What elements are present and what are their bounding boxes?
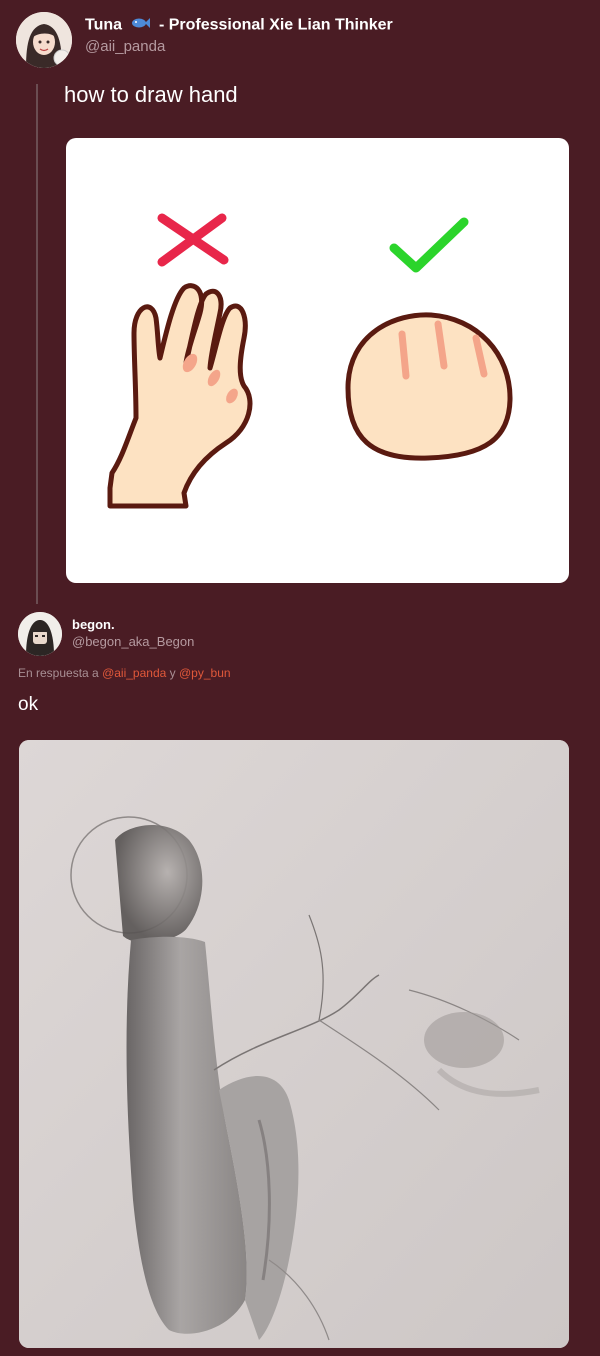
avatar-illustration (16, 12, 72, 68)
mention-link-2[interactable]: @py_bun (179, 666, 231, 680)
avatar-illustration (18, 612, 62, 656)
tweet-author-suffix: - Professional Xie Lian Thinker (158, 16, 393, 34)
hand-drawing-illustration (107, 213, 513, 509)
tweet-image[interactable] (66, 138, 569, 583)
tweet-author-name: Tuna (85, 16, 123, 34)
reply-image[interactable] (19, 740, 569, 1348)
reply-context: En respuesta a @aii_panda y @py_bun (18, 666, 231, 680)
reply-author-name[interactable]: begon. (72, 617, 115, 632)
fish-icon (130, 16, 151, 35)
reply-conjunction: y (169, 666, 176, 680)
reply-handle[interactable]: @begon_aka_Begon (72, 634, 194, 649)
mention-link-1[interactable]: @aii_panda (102, 666, 166, 680)
checkmark-icon (389, 217, 469, 273)
bun-drawing (345, 312, 513, 461)
hand-drawing (107, 283, 253, 509)
thread-line (36, 84, 38, 604)
tweet-handle[interactable]: @aii_panda (85, 38, 165, 55)
tuna-avatar[interactable] (16, 12, 72, 68)
tweet-author-line[interactable]: Tuna - Professional Xie Lian Thinker (85, 16, 393, 35)
tweet-text: how to draw hand (64, 82, 238, 107)
reply-text: ok (18, 694, 39, 715)
arm-sketch-drawing (19, 740, 569, 1348)
begon-avatar[interactable] (18, 612, 62, 656)
reply-prefix: En respuesta a (18, 666, 99, 680)
x-mark-icon (157, 213, 229, 267)
